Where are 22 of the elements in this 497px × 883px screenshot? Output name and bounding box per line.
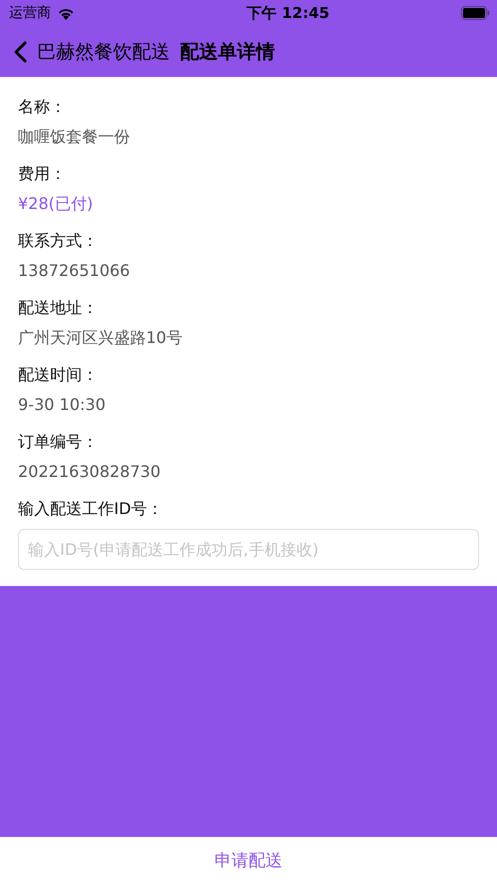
back-button[interactable]: 巴赫然餐饮配送 — [14, 38, 170, 64]
field-label: 订单编号： — [18, 431, 99, 453]
field-value: 13872651066 — [18, 260, 131, 282]
price-value: ¥28(已付) — [18, 193, 94, 215]
wifi-icon — [57, 6, 75, 20]
field-value: 咖喱饭套餐一份 — [18, 126, 131, 148]
field-label: 名称： — [18, 96, 67, 118]
field-value: 20221630828730 — [18, 461, 162, 483]
field-value: 广州天河区兴盛路10号 — [18, 327, 184, 349]
apply-delivery-button[interactable]: 申请配送 — [206, 844, 290, 876]
field-label: 配送时间： — [18, 364, 99, 386]
field-value: 9-30 10:30 — [18, 394, 107, 416]
status-time: 下午 12:45 — [246, 4, 330, 22]
battery-icon — [461, 6, 490, 20]
back-chevron-icon — [14, 40, 27, 62]
page-title: 配送单详情 — [180, 40, 275, 64]
field-label: 联系方式： — [18, 230, 99, 252]
field-label: 费用： — [18, 163, 67, 185]
carrier-label: 运营商 — [9, 4, 51, 22]
field-label: 输入配送工作ID号： — [18, 498, 164, 520]
id-input-field[interactable]: 输入ID号(申请配送工作成功后,手机接收) — [18, 529, 479, 570]
field-label: 配送地址： — [18, 297, 99, 319]
